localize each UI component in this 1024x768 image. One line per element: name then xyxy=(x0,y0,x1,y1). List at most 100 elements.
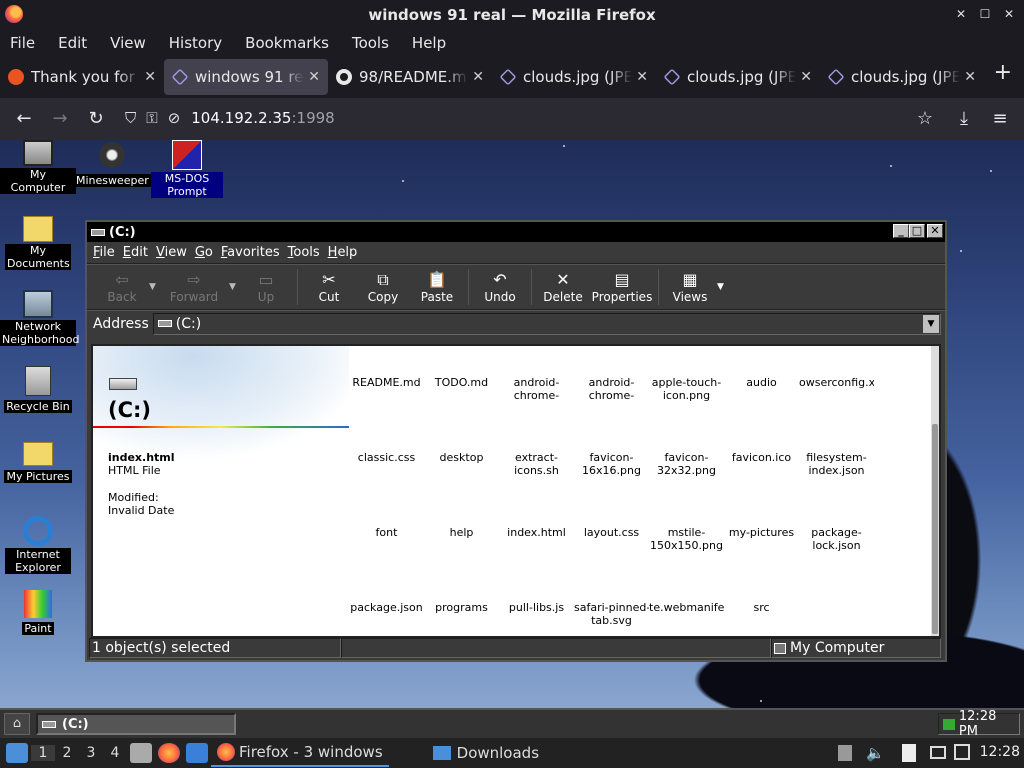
start-button[interactable]: ⌂ xyxy=(4,713,30,735)
forward-arrow-icon[interactable]: → xyxy=(48,107,72,131)
close-icon[interactable]: ✕ xyxy=(1002,7,1016,21)
file-item[interactable]: index.html xyxy=(499,526,574,539)
file-item[interactable]: android-chrome- xyxy=(499,376,574,402)
shield-icon[interactable]: ⛉ xyxy=(125,109,136,127)
taskbar-explorer-task[interactable]: (C:) xyxy=(36,713,236,735)
volume-icon[interactable]: 🔈 xyxy=(866,744,885,762)
file-item[interactable]: desktop xyxy=(424,451,499,464)
properties-button[interactable]: ▤ Properties xyxy=(590,270,654,304)
desktop-network-neighborhood[interactable]: Network Neighborhood xyxy=(0,290,79,347)
forward-button[interactable]: ⇨ Forward xyxy=(159,270,229,304)
explorer-menu-help[interactable]: Help xyxy=(328,245,358,260)
file-item[interactable]: programs xyxy=(424,601,499,614)
hamburger-menu-icon[interactable]: ≡ xyxy=(988,107,1012,131)
permissions-icon[interactable]: ⊘ xyxy=(168,109,181,127)
panel-task-downloads[interactable]: Downloads xyxy=(427,739,545,767)
update-icon[interactable] xyxy=(838,745,852,761)
desktop-my-pictures[interactable]: My Pictures xyxy=(0,442,76,484)
file-item[interactable]: src xyxy=(724,601,799,614)
tab-clouds-3[interactable]: clouds.jpg (JPEG ✕ xyxy=(820,59,984,95)
forward-dropdown-icon[interactable]: ▼ xyxy=(229,282,239,292)
tab-close-icon[interactable]: ✕ xyxy=(964,69,976,85)
menu-edit[interactable]: Edit xyxy=(58,34,87,52)
clipboard-icon[interactable] xyxy=(902,744,916,762)
menu-help[interactable]: Help xyxy=(412,34,446,52)
cut-button[interactable]: ✂ Cut xyxy=(302,270,356,304)
file-item[interactable]: favicon- 16x16.png xyxy=(574,451,649,477)
display-icon[interactable] xyxy=(930,746,946,759)
explorer-titlebar[interactable]: (C:) _ □ ✕ xyxy=(87,222,945,242)
new-tab-icon[interactable]: + xyxy=(994,60,1012,85)
tab-windows-91-real[interactable]: windows 91 real ✕ xyxy=(164,59,328,95)
file-item[interactable]: filesystem-index.json xyxy=(799,451,874,477)
tab-clouds-1[interactable]: clouds.jpg (JPEG ✕ xyxy=(492,59,656,95)
maximize-icon[interactable]: ☐ xyxy=(978,7,992,21)
workspace-2[interactable]: 2 xyxy=(55,745,79,761)
menu-tools[interactable]: Tools xyxy=(352,34,389,52)
file-manager-icon[interactable] xyxy=(130,743,152,763)
tab-clouds-2[interactable]: clouds.jpg (JPEG ✕ xyxy=(656,59,820,95)
file-item[interactable]: owserconfig.xı xyxy=(799,376,874,389)
url-bar[interactable]: ⛉ ⚿ ⊘ 104.192.2.35:1998 xyxy=(120,102,900,134)
tab-readme[interactable]: 98/README.md ✕ xyxy=(328,59,492,95)
network-tray-icon[interactable] xyxy=(943,718,955,730)
file-item[interactable]: my-pictures xyxy=(724,526,799,539)
back-arrow-icon[interactable]: ← xyxy=(12,107,36,131)
file-item[interactable]: package-lock.json xyxy=(799,526,874,552)
file-item[interactable]: package.json xyxy=(349,601,424,614)
desktop-minesweeper[interactable]: Minesweeper xyxy=(74,140,151,188)
workspace-3[interactable]: 3 xyxy=(79,745,103,761)
file-item[interactable]: audio xyxy=(724,376,799,389)
file-item[interactable]: safari-pinned-tab.svg xyxy=(574,601,649,627)
undo-button[interactable]: ↶ Undo xyxy=(473,270,527,304)
workspace-4[interactable]: 4 xyxy=(103,745,127,761)
copy-button[interactable]: ⧉ Copy xyxy=(356,270,410,304)
paste-button[interactable]: 📋 Paste xyxy=(410,270,464,304)
back-button[interactable]: ⇦ Back xyxy=(95,270,149,304)
vertical-scrollbar[interactable] xyxy=(931,346,939,636)
address-dropdown-icon[interactable]: ▼ xyxy=(923,314,939,333)
file-item[interactable]: TODO.md xyxy=(424,376,499,389)
views-button[interactable]: ▦ Views xyxy=(663,270,717,304)
file-item[interactable]: layout.css xyxy=(574,526,649,539)
panel-task-firefox[interactable]: Firefox - 3 windows xyxy=(211,739,389,767)
menu-history[interactable]: History xyxy=(169,34,222,52)
connection-icon[interactable]: ⚿ xyxy=(146,109,157,127)
explorer-window[interactable]: (C:) _ □ ✕ File Edit View Go Favorites T… xyxy=(85,220,947,662)
reload-icon[interactable]: ↻ xyxy=(84,107,108,131)
explorer-menu-tools[interactable]: Tools xyxy=(288,245,320,260)
tab-close-icon[interactable]: ✕ xyxy=(308,69,320,85)
close-button[interactable]: ✕ xyxy=(927,224,943,238)
downloads-icon[interactable]: ⤓ xyxy=(952,107,976,131)
file-item[interactable]: favicon- 32x32.png xyxy=(649,451,724,477)
tab-close-icon[interactable]: ✕ xyxy=(472,69,484,85)
desktop-my-documents[interactable]: My Documents xyxy=(0,216,76,271)
explorer-menu-file[interactable]: File xyxy=(93,245,115,260)
desktop-msdos-prompt[interactable]: MS-DOS Prompt xyxy=(149,140,225,199)
explorer-menu-edit[interactable]: Edit xyxy=(123,245,148,260)
explorer-menu-go[interactable]: Go xyxy=(195,245,213,260)
desktop-internet-explorer[interactable]: Internet Explorer xyxy=(0,516,76,575)
file-item[interactable]: help xyxy=(424,526,499,539)
views-dropdown-icon[interactable]: ▼ xyxy=(717,282,727,292)
desktop-paint[interactable]: Paint xyxy=(0,590,76,636)
tab-close-icon[interactable]: ✕ xyxy=(144,69,156,85)
file-item[interactable]: README.md xyxy=(349,376,424,389)
network-icon[interactable] xyxy=(954,744,970,760)
desktop-my-computer[interactable]: My Computer xyxy=(0,140,76,195)
minimize-icon[interactable]: ✕ xyxy=(954,7,968,21)
file-item[interactable]: favicon.ico xyxy=(724,451,799,464)
file-item[interactable]: apple-touch-icon.png xyxy=(649,376,724,402)
file-item[interactable]: font xyxy=(349,526,424,539)
menu-bookmarks[interactable]: Bookmarks xyxy=(245,34,329,52)
bookmark-star-icon[interactable]: ☆ xyxy=(913,107,937,131)
firefox-launcher-icon[interactable] xyxy=(158,743,180,763)
explorer-menu-view[interactable]: View xyxy=(156,245,187,260)
file-item[interactable]: pull-libs.js xyxy=(499,601,574,614)
menu-file[interactable]: File xyxy=(10,34,35,52)
tab-thank-you[interactable]: Thank you for d ✕ xyxy=(0,59,164,95)
workspace-1[interactable]: 1 xyxy=(31,745,55,761)
up-button[interactable]: ▭ Up xyxy=(239,270,293,304)
tab-close-icon[interactable]: ✕ xyxy=(800,69,812,85)
tab-close-icon[interactable]: ✕ xyxy=(636,69,648,85)
